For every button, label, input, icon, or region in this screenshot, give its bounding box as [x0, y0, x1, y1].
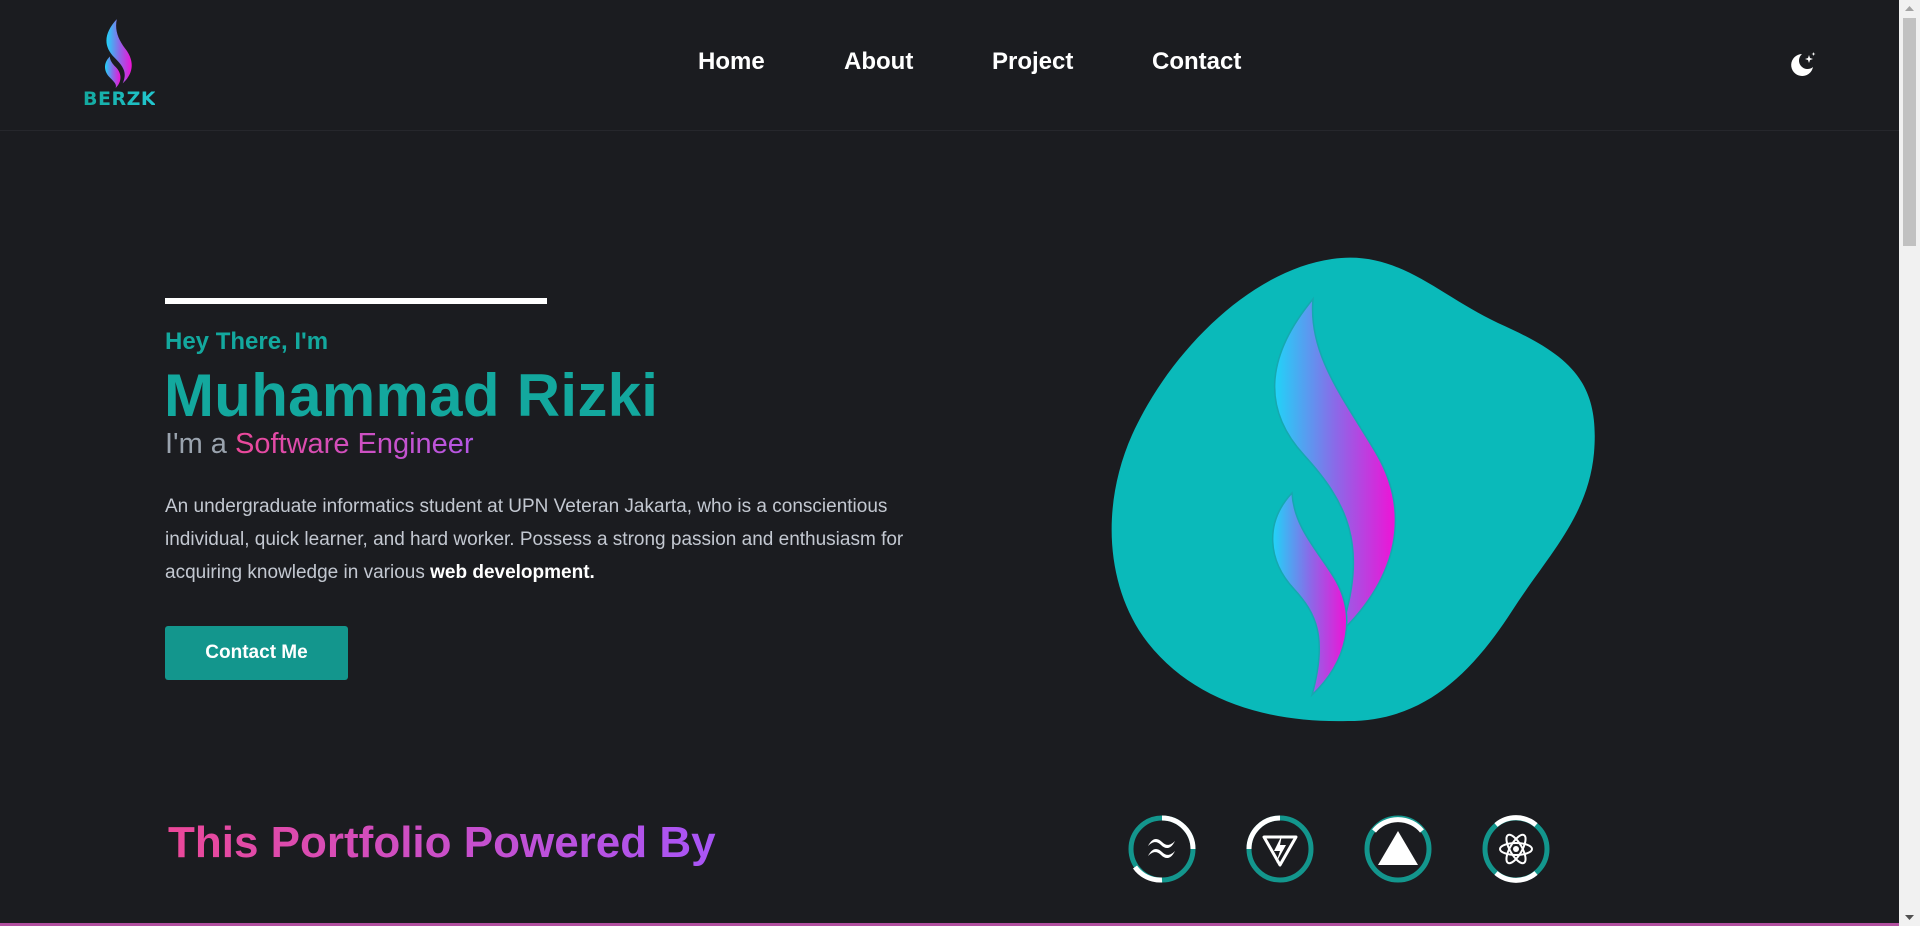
hero-greeting: Hey There, I'm — [165, 328, 329, 355]
brand-logo[interactable]: BERZKI — [80, 18, 164, 114]
react-link[interactable] — [1482, 815, 1550, 883]
tailwind-link[interactable] — [1128, 815, 1196, 883]
react-icon — [1482, 815, 1550, 883]
arrow-up-icon — [1905, 6, 1914, 11]
arrow-down-icon — [1905, 915, 1914, 920]
scroll-thumb[interactable] — [1903, 18, 1916, 246]
vite-link[interactable] — [1246, 815, 1314, 883]
flame-logo-icon — [105, 19, 132, 88]
scroll-up-button[interactable] — [1899, 0, 1920, 17]
nav-contact[interactable]: Contact — [1152, 48, 1241, 76]
brand-logo-text: BERZKI — [83, 88, 164, 110]
scroll-down-button[interactable] — [1899, 909, 1920, 926]
hero-role-prefix: I'm a — [165, 428, 235, 460]
hero-image — [1108, 255, 1598, 725]
powered-by-title: This Portfolio Powered By — [168, 818, 716, 867]
theme-toggle-button[interactable] — [1787, 50, 1817, 80]
vite-icon — [1246, 815, 1314, 883]
hero-name: Muhammad Rizki — [164, 362, 659, 429]
site-header: BERZKI Home About Project Contact — [0, 0, 1899, 131]
hero-description: An undergraduate informatics student at … — [165, 490, 925, 589]
page-scrollbar[interactable] — [1899, 0, 1920, 926]
hero-role-highlight: Software Engineer — [235, 428, 474, 460]
moon-stars-icon — [1791, 52, 1816, 76]
nav-project[interactable]: Project — [992, 48, 1073, 76]
contact-me-button[interactable]: Contact Me — [165, 626, 348, 680]
nav-about[interactable]: About — [844, 48, 913, 76]
hero-description-bold: web development. — [430, 562, 595, 583]
hero-divider — [165, 298, 547, 304]
nav-home[interactable]: Home — [698, 48, 765, 76]
hero-role: I'm a Software Engineer — [165, 428, 474, 461]
vercel-link[interactable] — [1364, 815, 1432, 883]
vercel-icon — [1364, 815, 1432, 883]
tailwind-icon — [1128, 815, 1196, 883]
